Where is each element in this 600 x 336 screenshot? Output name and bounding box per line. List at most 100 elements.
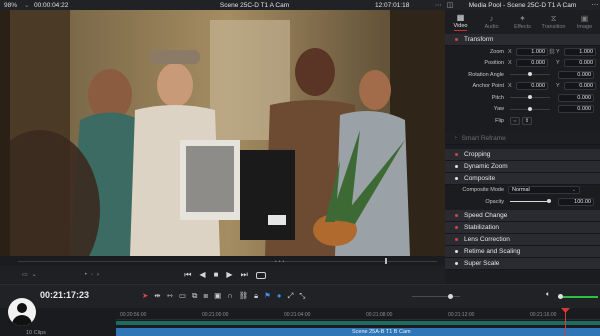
timeline-playhead[interactable] xyxy=(565,308,566,336)
dynamic-trim-icon[interactable]: ⇿ xyxy=(167,291,173,301)
flip-horizontal-icon[interactable]: ⇔ xyxy=(510,116,520,125)
insert-clip-icon[interactable]: ⧉ xyxy=(192,291,197,301)
anchor-x-field[interactable]: 0.000 xyxy=(516,82,548,91)
section-lens-correction[interactable]: Lens Correction xyxy=(445,233,600,246)
flip-vertical-icon[interactable]: ⇕ xyxy=(522,116,532,125)
enabled-dot-icon[interactable] xyxy=(455,261,458,265)
enabled-dot-icon[interactable] xyxy=(455,152,458,156)
source-timecode: 00:00:04:22 xyxy=(34,1,69,9)
pitch-slider-knob[interactable] xyxy=(528,95,532,100)
enabled-dot-icon[interactable] xyxy=(455,225,458,229)
tab-transition-label: Transition xyxy=(541,24,566,30)
section-smart-reframe[interactable]: › Smart Reframe xyxy=(445,132,600,145)
trim-tool-icon[interactable]: ⇹ xyxy=(154,291,160,301)
opacity-field[interactable]: 100.00 xyxy=(558,197,594,206)
scrub-track xyxy=(18,261,437,262)
go-to-end-icon[interactable]: ⏭ xyxy=(241,270,248,280)
dual-panel-icon[interactable]: ◫ xyxy=(445,1,455,9)
timeline-clip[interactable]: Scene 25A-B T1 B Cam xyxy=(116,328,600,336)
ruler-tick-label: 00:21:00:00 xyxy=(202,312,229,318)
timeline[interactable]: 00:20:56:00 00:21:00:00 00:21:04:00 00:2… xyxy=(0,308,600,336)
tab-transition[interactable]: ⧖ Transition xyxy=(538,10,569,34)
video-viewer[interactable] xyxy=(10,10,445,256)
section-retime-scaling[interactable]: Retime and Scaling xyxy=(445,245,600,258)
pitch-slider[interactable] xyxy=(510,95,550,100)
replace-clip-icon[interactable]: ▣ xyxy=(214,291,221,301)
section-stabilization[interactable]: Stabilization xyxy=(445,221,600,234)
overwrite-clip-icon[interactable]: ⧈ xyxy=(203,291,208,301)
timeline-zoom-slider[interactable] xyxy=(412,294,460,299)
jog-right-icon[interactable]: › xyxy=(97,270,99,280)
zoom-x-field[interactable]: 1.000 xyxy=(516,47,548,56)
yaw-slider-knob[interactable] xyxy=(528,106,532,111)
speaker-icon[interactable]: 🔈︎ xyxy=(546,291,550,299)
section-transform[interactable]: Transform xyxy=(445,34,600,46)
composite-mode-select[interactable]: Normal ⌄ xyxy=(508,186,580,195)
viewer-mode-chevron-icon[interactable]: ⌄ xyxy=(32,270,37,280)
loop-icon[interactable] xyxy=(255,271,266,279)
inspector-options-icon[interactable]: ⋯ xyxy=(590,1,600,9)
link-icon[interactable]: ⛓ xyxy=(548,49,556,55)
volume-knob[interactable] xyxy=(558,294,563,299)
section-cropping[interactable]: Cropping xyxy=(445,148,600,161)
tab-audio[interactable]: ♪ Audio xyxy=(476,10,507,34)
position-y-field[interactable]: 0.000 xyxy=(564,59,596,68)
prop-opacity: Opacity 100.00 xyxy=(445,196,600,208)
scrub-playhead[interactable] xyxy=(385,258,387,264)
enabled-dot-icon[interactable] xyxy=(455,38,458,41)
pitch-field[interactable]: 0.000 xyxy=(558,93,594,102)
marker-icon[interactable]: ● xyxy=(277,291,282,301)
zoom-detail-icon[interactable]: ⤡ xyxy=(299,291,305,301)
position-lock-icon[interactable]: 🔒︎ xyxy=(254,291,258,301)
yaw-slider[interactable] xyxy=(510,106,550,111)
zoom-y-field[interactable]: 1.000 xyxy=(564,47,596,56)
clip-name[interactable]: Scene 25C-D T1 A Cam xyxy=(134,2,375,9)
enabled-dot-icon[interactable] xyxy=(455,249,458,253)
section-super-scale[interactable]: Super Scale xyxy=(445,257,600,270)
viewer-scrub-bar[interactable]: ••• xyxy=(10,258,445,265)
play-icon[interactable]: ▶ xyxy=(226,270,232,280)
linked-selection-icon[interactable]: ⛓ xyxy=(239,291,249,301)
section-composite[interactable]: Composite xyxy=(445,172,600,185)
flag-icon[interactable]: ⚑ xyxy=(264,291,271,301)
selection-tool-icon[interactable]: ➤ xyxy=(142,291,148,301)
enabled-dot-icon[interactable] xyxy=(455,213,458,217)
timeline-zoom-knob[interactable] xyxy=(448,294,453,299)
viewer-zoom[interactable]: 98% xyxy=(0,2,24,9)
position-x-field[interactable]: 0.000 xyxy=(516,59,548,68)
jog-center-icon[interactable]: ◦ xyxy=(91,270,93,280)
anchor-y-field[interactable]: 0.000 xyxy=(564,82,596,91)
zoom-full-icon[interactable]: ⤢ xyxy=(287,291,293,301)
timeline-range-bar[interactable] xyxy=(116,321,600,325)
enabled-dot-icon[interactable] xyxy=(455,237,458,241)
more-options-icon[interactable]: ⋯ xyxy=(435,1,445,9)
section-cropping-label: Cropping xyxy=(464,150,491,158)
go-to-start-icon[interactable]: ⏮ xyxy=(184,270,191,280)
timeline-ruler[interactable]: 00:20:56:00 00:21:00:00 00:21:04:00 00:2… xyxy=(116,309,600,320)
rotation-slider[interactable] xyxy=(510,72,550,77)
play-reverse-icon[interactable]: ◀ xyxy=(199,270,205,280)
viewer-mode-icon[interactable]: ▭ xyxy=(22,270,28,280)
stop-icon[interactable]: ■ xyxy=(214,270,219,280)
clip-label: Scene 25A-B T1 B Cam xyxy=(352,329,411,335)
enabled-dot-icon[interactable] xyxy=(455,164,458,168)
yaw-field[interactable]: 0.000 xyxy=(558,105,594,114)
blade-tool-icon[interactable]: ▭ xyxy=(179,291,186,301)
volume-slider[interactable] xyxy=(558,294,598,299)
rotation-slider-knob[interactable] xyxy=(528,72,532,77)
snapping-icon[interactable]: ∩ xyxy=(227,291,232,301)
tab-image[interactable]: ▣ Image xyxy=(569,10,600,34)
jog-left-icon[interactable]: • xyxy=(85,270,87,280)
inspector-panel: Transform Zoom X 1.000 ⛓ Y 1.000 Positio… xyxy=(445,34,600,280)
tab-effects[interactable]: ✦ Effects xyxy=(507,10,538,34)
section-dynamic-zoom[interactable]: Dynamic Zoom xyxy=(445,160,600,173)
section-speed-change[interactable]: Speed Change xyxy=(445,209,600,222)
zoom-chevron-icon[interactable]: ⌄ xyxy=(24,1,34,9)
opacity-slider[interactable] xyxy=(510,199,551,204)
rotation-field[interactable]: 0.000 xyxy=(558,70,594,79)
tab-video[interactable]: ▦ Video xyxy=(445,10,476,34)
opacity-slider-knob[interactable] xyxy=(547,199,551,204)
expand-arrow-icon[interactable]: › xyxy=(455,135,457,141)
enabled-dot-icon[interactable] xyxy=(455,176,458,180)
avatar[interactable] xyxy=(8,298,36,326)
